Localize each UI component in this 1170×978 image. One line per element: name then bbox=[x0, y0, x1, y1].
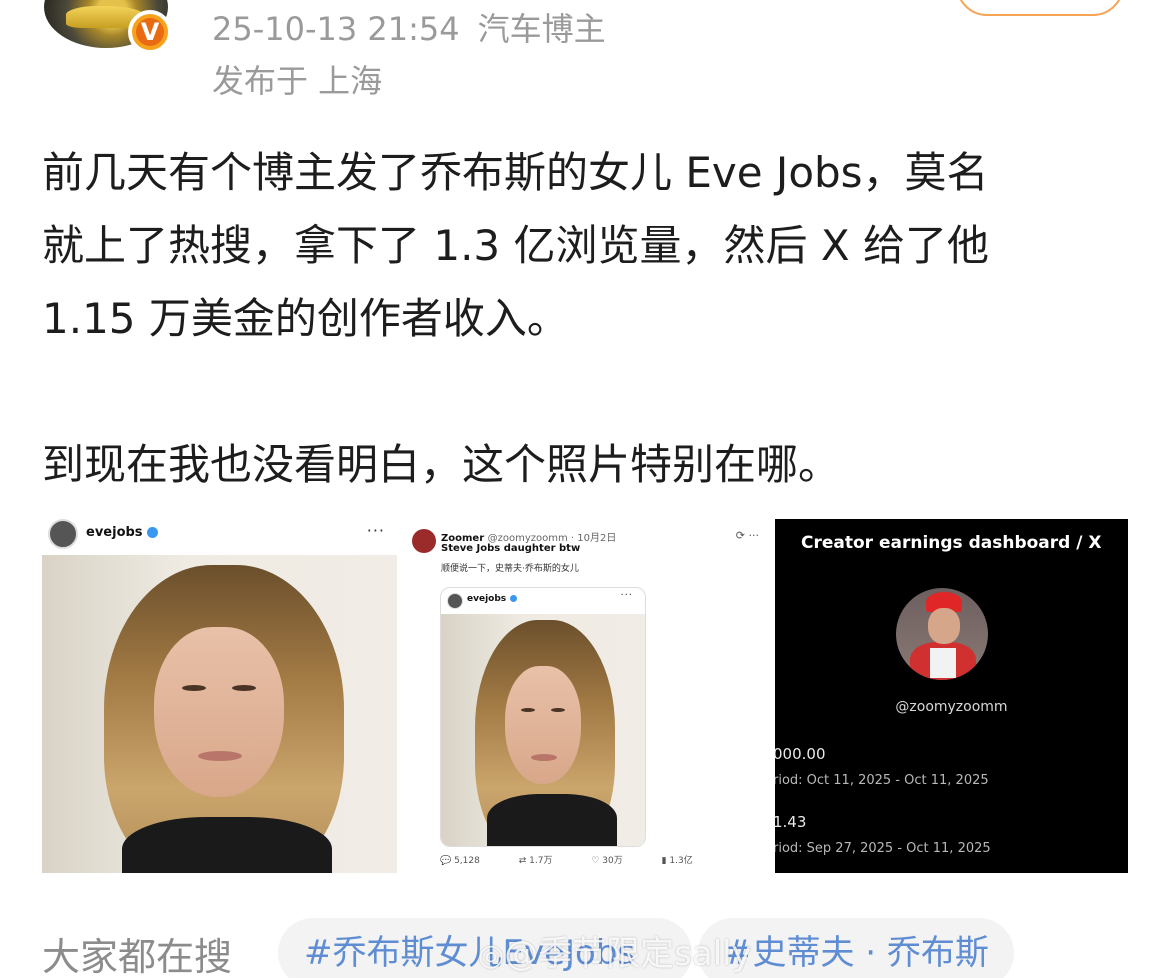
like-count: ♡ 30万 bbox=[591, 856, 623, 866]
author-tag: 汽车博主 bbox=[477, 10, 606, 48]
verified-icon: V bbox=[128, 10, 172, 54]
tweet-avatar bbox=[412, 529, 436, 553]
post-image-2[interactable]: Zoomer @zoomyzoomm · 10月2日 Steve Jobs da… bbox=[408, 519, 763, 873]
earnings-title: Creator earnings dashboard / X bbox=[801, 533, 1102, 553]
tweet-title: Steve Jobs daughter btw bbox=[441, 543, 581, 554]
more-icon: ··· bbox=[620, 590, 633, 601]
reply-count: 💬 5,128 bbox=[440, 856, 480, 866]
earnings-avatar bbox=[896, 588, 988, 680]
portrait-photo bbox=[42, 555, 397, 873]
retweet-count: ⇄ 1.7万 bbox=[518, 856, 553, 866]
weibo-icon: ◎ bbox=[478, 938, 505, 973]
verified-check-icon bbox=[510, 595, 518, 602]
post-location: 发布于 上海 bbox=[212, 62, 383, 100]
watermark: ◎@季节限定sally bbox=[478, 934, 752, 974]
tweet-stats: 💬 5,128 ⇄ 1.7万 ♡ 30万 ▮ 1.3亿 bbox=[440, 853, 763, 866]
ig-avatar bbox=[447, 593, 463, 609]
post-line: 1.15 万美金的创作者收入。 bbox=[42, 294, 569, 343]
earnings-amount-2: 1.43 bbox=[775, 813, 807, 831]
ig-avatar bbox=[48, 519, 78, 549]
post-line: 前几天有个博主发了乔布斯的女儿 Eve Jobs，莫名 bbox=[42, 148, 989, 197]
more-icon: ··· bbox=[366, 521, 385, 540]
tweet-translation: 顺便说一下，史蒂夫·乔布斯的女儿 bbox=[441, 564, 579, 574]
earnings-period-2: riod: Sep 27, 2025 - Oct 11, 2025 bbox=[775, 841, 991, 856]
follow-button[interactable] bbox=[956, 0, 1124, 16]
trending-search-label: 大家都在搜 bbox=[42, 935, 233, 978]
earnings-period-1: riod: Oct 11, 2025 - Oct 11, 2025 bbox=[775, 773, 989, 788]
earnings-handle: @zoomyzoomm bbox=[895, 699, 1008, 715]
post-meta: 25-10-13 21:54 汽车博主 bbox=[212, 4, 606, 50]
verified-letter: V bbox=[140, 18, 160, 46]
ig-username: evejobs bbox=[86, 525, 143, 540]
post-body: 前几天有个博主发了乔布斯的女儿 Eve Jobs，莫名 就上了热搜，拿下了 1.… bbox=[42, 136, 1132, 501]
view-count: ▮ 1.3亿 bbox=[661, 856, 693, 866]
post-line: 就上了热搜，拿下了 1.3 亿浏览量，然后 X 给了他 bbox=[42, 221, 989, 270]
ig-username: evejobs bbox=[467, 594, 507, 604]
tweet-more-icon: ⟳ ··· bbox=[735, 529, 759, 542]
earnings-amount-1: 000.00 bbox=[775, 745, 826, 763]
post-image-1[interactable]: evejobs ··· bbox=[42, 519, 397, 873]
tweet-embedded-card: evejobs ··· bbox=[440, 587, 646, 847]
portrait-photo bbox=[441, 614, 645, 846]
post-image-3[interactable]: Creator earnings dashboard / X @zoomyzoo… bbox=[775, 519, 1128, 873]
post-line: 到现在我也没看明白，这个照片特别在哪。 bbox=[42, 440, 841, 489]
verified-check-icon bbox=[146, 527, 158, 538]
post-timestamp: 25-10-13 21:54 bbox=[212, 10, 460, 48]
